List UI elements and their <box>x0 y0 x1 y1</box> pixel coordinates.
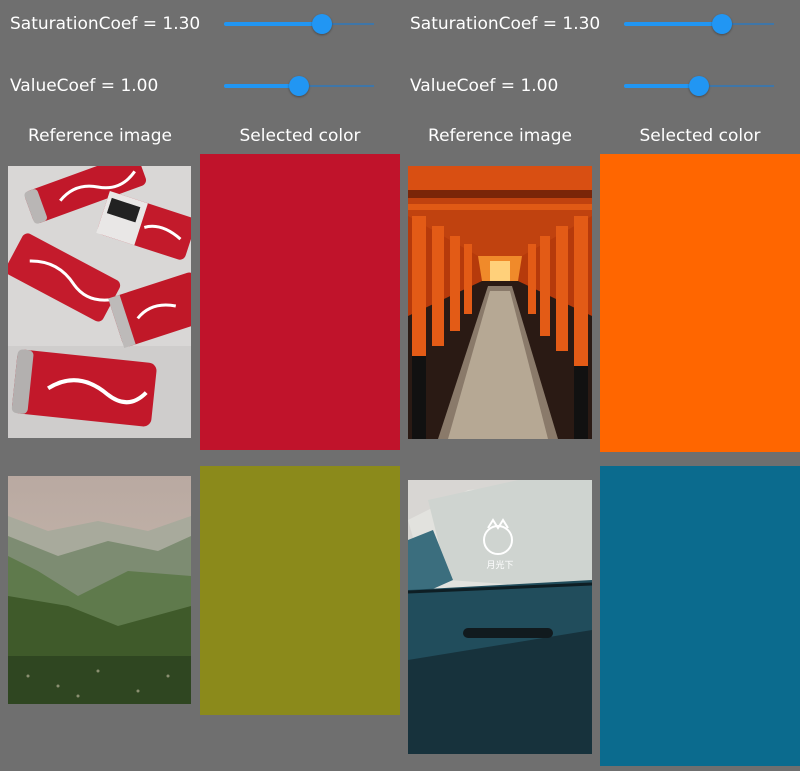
slider-fill <box>224 84 299 88</box>
slider-thumb[interactable] <box>311 14 332 34</box>
slider-thumb[interactable] <box>289 76 309 96</box>
selected-color-swatch <box>200 154 400 450</box>
saturation-label-right: SaturationCoef = 1.30 <box>410 14 601 34</box>
coca-cola-cans-image <box>8 166 191 438</box>
torii-tunnel-image <box>408 166 592 439</box>
selected-color-header: Selected color <box>639 126 761 146</box>
saturation-label-left: SaturationCoef = 1.30 <box>10 14 201 34</box>
slider-thumb[interactable] <box>711 14 732 34</box>
reference-image-header: Reference image <box>428 126 572 146</box>
sticker-text: 月光下 <box>486 561 514 571</box>
value-slider-right[interactable] <box>624 76 774 96</box>
mountain-valley-image <box>8 476 191 704</box>
slider-thumb[interactable] <box>689 76 709 96</box>
value-slider-left[interactable] <box>224 76 374 96</box>
reference-image[interactable] <box>8 476 191 704</box>
blue-car-image <box>408 480 592 754</box>
reference-image-header: Reference image <box>28 126 172 146</box>
reference-image[interactable] <box>408 166 592 439</box>
selected-color-swatch <box>200 466 400 715</box>
value-label-left: ValueCoef = 1.00 <box>10 76 159 96</box>
slider-fill <box>624 22 722 26</box>
selected-color-swatch <box>600 466 800 766</box>
slider-fill <box>624 84 699 88</box>
slider-fill <box>224 22 322 26</box>
saturation-slider-right[interactable] <box>624 14 774 34</box>
reference-image[interactable] <box>8 166 191 438</box>
saturation-slider-left[interactable] <box>224 14 374 34</box>
value-label-right: ValueCoef = 1.00 <box>410 76 559 96</box>
selected-color-swatch <box>600 154 800 452</box>
selected-color-header: Selected color <box>239 126 361 146</box>
reference-image[interactable]: 月光下 <box>408 480 592 754</box>
